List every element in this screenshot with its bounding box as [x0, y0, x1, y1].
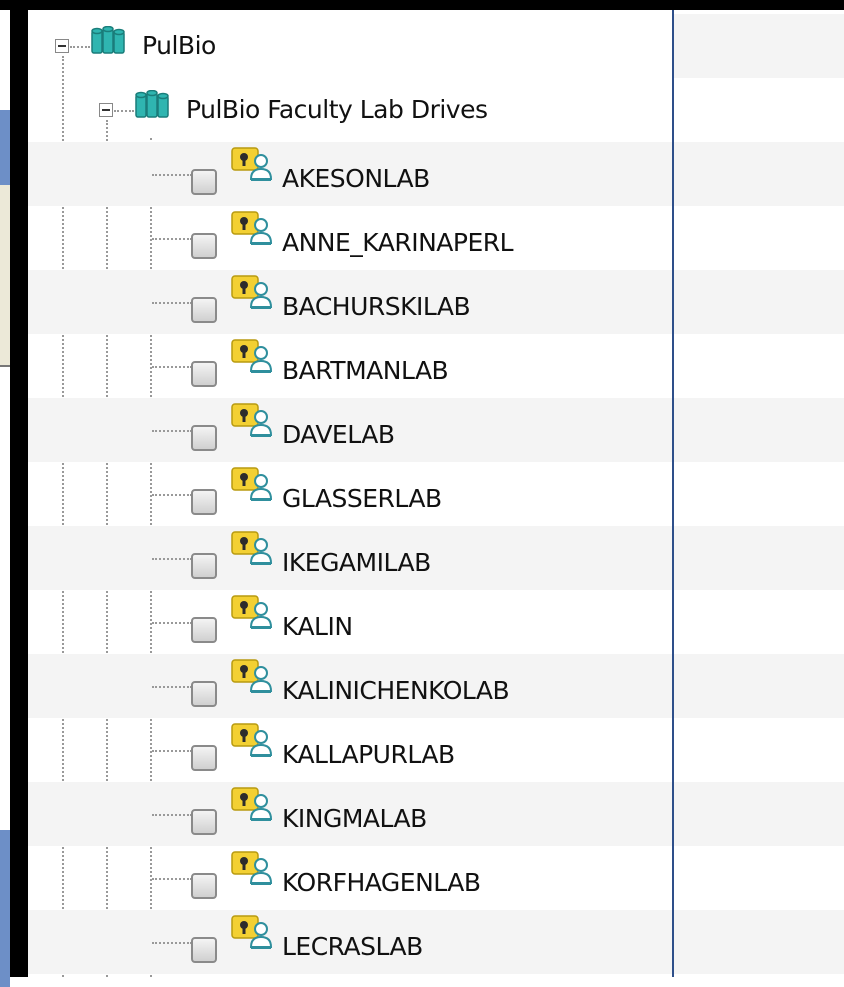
checkbox[interactable]	[191, 809, 217, 835]
checkbox[interactable]	[191, 233, 217, 259]
tree-node-lab-drive[interactable]: DAVELAB	[28, 398, 672, 462]
details-pane	[674, 10, 844, 977]
shared-drive-icon	[231, 659, 273, 693]
tree-node-lab-drive[interactable]: AKESONLAB	[28, 142, 672, 206]
tree-node-root[interactable]: PulBio	[28, 14, 672, 78]
lab-drive-label: KALIN	[282, 612, 353, 641]
shared-drive-icon	[231, 467, 273, 501]
shared-drive-icon	[231, 595, 273, 629]
checkbox[interactable]	[191, 297, 217, 323]
shared-drive-icon	[231, 915, 273, 949]
background-window	[0, 10, 10, 987]
shared-drive-icon	[231, 211, 273, 245]
database-icon	[91, 26, 125, 54]
shared-drive-icon	[231, 787, 273, 821]
lab-drive-label: LECRASLAB	[282, 932, 423, 961]
checkbox[interactable]	[191, 617, 217, 643]
lab-drive-label: AKESONLAB	[282, 164, 430, 193]
tree-node-lab-drive[interactable]: KINGMALAB	[28, 782, 672, 846]
database-icon	[135, 90, 169, 118]
shared-drive-icon	[231, 723, 273, 757]
checkbox[interactable]	[191, 553, 217, 579]
checkbox[interactable]	[191, 873, 217, 899]
shared-drive-icon	[231, 275, 273, 309]
lab-drive-label: ANNE_KARINAPERL	[282, 228, 514, 257]
tree-node-lab-drive[interactable]: LECRASLAB	[28, 910, 672, 974]
checkbox[interactable]	[191, 489, 217, 515]
shared-drive-icon	[231, 339, 273, 373]
checkbox[interactable]	[191, 361, 217, 387]
tree-node-label: PulBio Faculty Lab Drives	[186, 95, 488, 124]
checkbox[interactable]	[191, 169, 217, 195]
lab-drive-label: KORFHAGENLAB	[282, 868, 481, 897]
collapse-toggle[interactable]	[55, 39, 69, 53]
tree-node-lab-drive[interactable]: IKEGAMILAB	[28, 526, 672, 590]
window-frame-left	[10, 0, 28, 977]
tree-node-lab-drive[interactable]: ANNE_KARINAPERL	[28, 206, 672, 270]
checkbox[interactable]	[191, 745, 217, 771]
tree-node-group[interactable]: PulBio Faculty Lab Drives	[28, 78, 672, 142]
tree-node-lab-drive[interactable]: GLASSERLAB	[28, 462, 672, 526]
tree-node-lab-drive[interactable]: KALLAPURLAB	[28, 718, 672, 782]
collapse-toggle[interactable]	[99, 103, 113, 117]
checkbox[interactable]	[191, 425, 217, 451]
lab-drive-label: KALINICHENKOLAB	[282, 676, 510, 705]
shared-drive-icon	[231, 147, 273, 181]
lab-drive-label: IKEGAMILAB	[282, 548, 431, 577]
lab-drive-label: BACHURSKILAB	[282, 292, 471, 321]
checkbox[interactable]	[191, 937, 217, 963]
shared-drive-icon	[231, 531, 273, 565]
lab-drive-label: KINGMALAB	[282, 804, 427, 833]
lab-drive-label: KALLAPURLAB	[282, 740, 455, 769]
lab-drive-label: BARTMANLAB	[282, 356, 449, 385]
lab-drive-label: GLASSERLAB	[282, 484, 442, 513]
tree-node-lab-drive[interactable]: KALINICHENKOLAB	[28, 654, 672, 718]
tree-node-lab-drive[interactable]: KORFHAGENLAB	[28, 846, 672, 910]
tree-node-lab-drive[interactable]: BACHURSKILAB	[28, 270, 672, 334]
tree-node-label: PulBio	[142, 31, 216, 60]
folder-tree: PulBio PulBio Faculty Lab Drives AKESONL…	[28, 10, 674, 977]
shared-drive-icon	[231, 851, 273, 885]
window-frame-top	[0, 0, 844, 10]
checkbox[interactable]	[191, 681, 217, 707]
shared-drive-icon	[231, 403, 273, 437]
tree-node-lab-drive[interactable]: KALIN	[28, 590, 672, 654]
lab-drive-label: DAVELAB	[282, 420, 395, 449]
tree-node-lab-drive[interactable]: BARTMANLAB	[28, 334, 672, 398]
